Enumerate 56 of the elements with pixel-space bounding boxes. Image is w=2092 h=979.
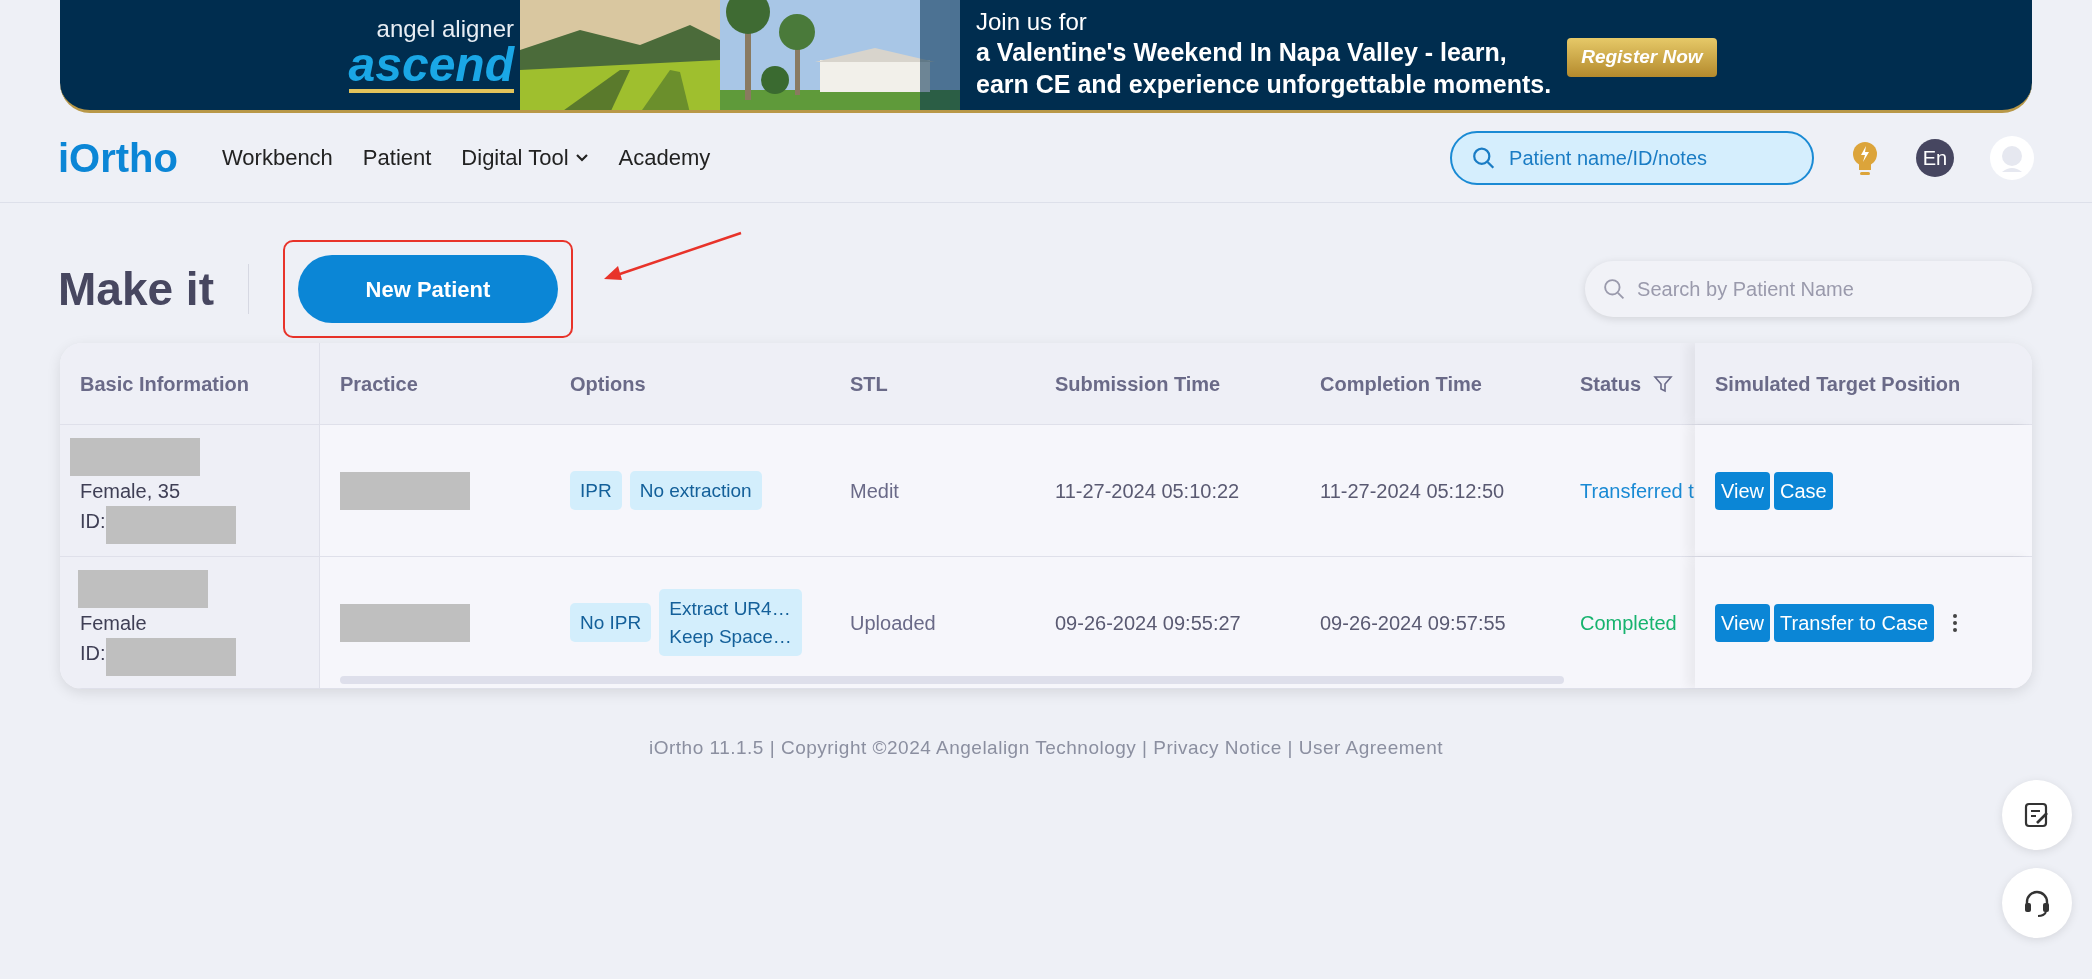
id-label: ID: <box>80 640 106 666</box>
register-button[interactable]: Register Now <box>1567 38 1717 77</box>
new-patient-button[interactable]: New Patient <box>297 255 558 323</box>
filter-icon[interactable] <box>1653 373 1674 394</box>
search-box[interactable]: Patient name/ID/notes <box>1450 130 1814 185</box>
column-header: Status <box>1580 371 1642 397</box>
transfer-button[interactable]: Transfer to Case <box>1774 603 1935 642</box>
banner-headline: a Valentine's Weekend In Napa Valley - learn, <box>976 36 1508 68</box>
action-button[interactable]: Case <box>1774 471 1833 510</box>
nav-link[interactable]: Patient <box>362 141 432 174</box>
feedback-button[interactable] <box>2002 780 2072 850</box>
logo[interactable]: iOrtho <box>58 127 178 188</box>
banner-text: Join us for <box>976 8 1088 36</box>
table-cell-text: 11-27-2024 05:12:50 <box>1320 478 1505 504</box>
column-header: Practice <box>340 371 418 397</box>
column-header: Options <box>570 371 646 397</box>
table-cell-text: 11-27-2024 05:10:22 <box>1055 478 1240 504</box>
action-button[interactable]: View <box>1715 603 1770 642</box>
search-field[interactable]: Search by Patient Name <box>1635 273 2014 305</box>
table-cell-text: 09-26-2024 09:55:27 <box>1055 610 1241 636</box>
patient-info: Female, 35 <box>80 478 181 504</box>
table-cell-text: Uploaded <box>850 610 936 636</box>
column-header: STL <box>850 371 888 397</box>
chevron-down-icon <box>574 152 589 163</box>
column-header: Submission Time <box>1055 371 1221 397</box>
status-text: Transferred t <box>1580 478 1694 504</box>
nav-link[interactable]: Workbench <box>222 141 333 174</box>
id-label: ID: <box>80 508 106 534</box>
more-icon[interactable] <box>1952 612 1959 633</box>
page-title: Make it <box>58 263 249 315</box>
banner-headline: earn CE and experience unforgettable moments. <box>976 69 1552 101</box>
scrollbar[interactable] <box>340 676 1564 684</box>
option-tag: No IPR <box>570 602 652 643</box>
option-tag: No extraction <box>629 470 762 511</box>
patient-info: Female <box>80 610 147 636</box>
column-header: Basic Information <box>80 371 249 397</box>
option-tag: Extract UR4… Keep Space… <box>659 588 802 657</box>
status-text: Completed <box>1580 610 1677 636</box>
search-field[interactable]: Patient name/ID/notes <box>1507 141 1792 174</box>
support-button[interactable] <box>2002 868 2072 938</box>
column-header: Simulated Target Position <box>1715 371 1961 397</box>
action-button[interactable]: View <box>1715 471 1770 510</box>
table-cell-text: Medit <box>850 478 899 504</box>
footer-text: iOrtho 11.1.5 | Copyright ©2024 Angelalign Technology | Privacy Notice | User Agreement <box>648 736 1444 760</box>
column-header: Completion Time <box>1320 371 1482 397</box>
search-icon <box>1603 277 1626 301</box>
headset-icon <box>2022 888 2052 918</box>
option-tag: IPR <box>570 470 622 511</box>
language-button[interactable]: En <box>1916 138 1954 177</box>
edit-icon <box>2023 801 2051 829</box>
nav-link[interactable]: Academy <box>618 141 711 174</box>
brand-tagline: angel aligner <box>376 17 514 41</box>
search-box[interactable]: Search by Patient Name <box>1585 261 2032 317</box>
table-cell-text: 09-26-2024 09:57:55 <box>1320 610 1506 636</box>
nav-link[interactable]: Digital Tool <box>461 141 589 174</box>
brand-logo: ascend <box>348 41 514 93</box>
